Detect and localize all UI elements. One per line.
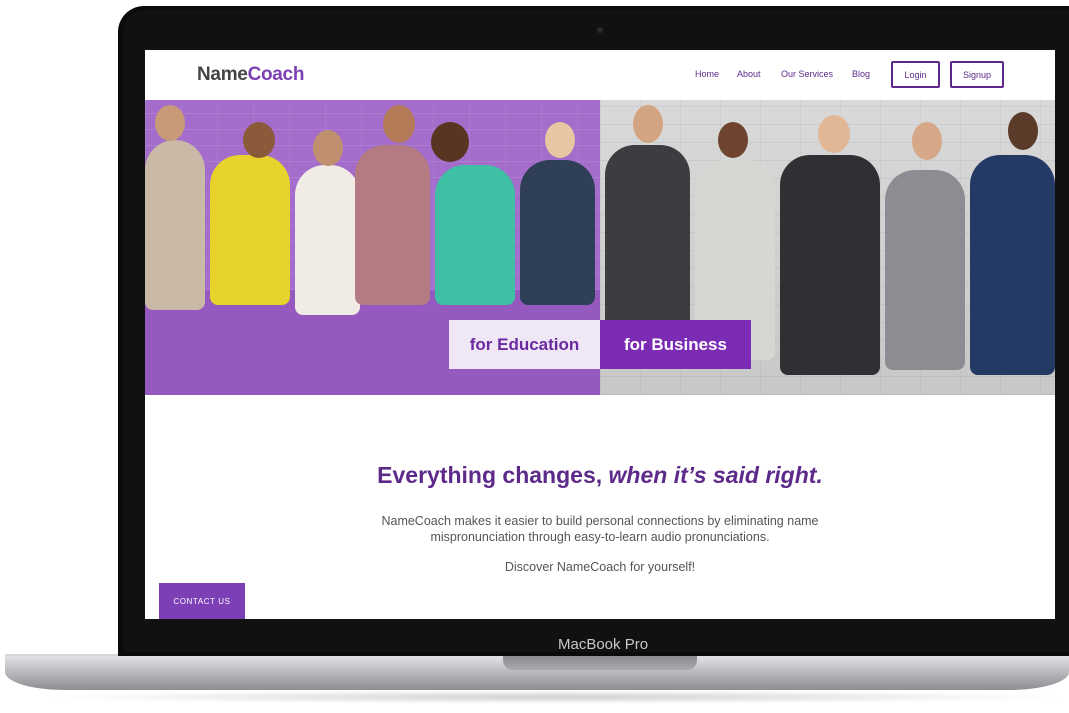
person-head [545, 122, 575, 158]
person-figure [145, 140, 205, 310]
laptop-notch [503, 656, 697, 670]
headline-plain: Everything changes, [377, 462, 603, 488]
nav-home-link[interactable]: Home [695, 69, 719, 79]
contact-us-button[interactable]: CONTACT US [159, 583, 245, 619]
headline-emphasis: when it’s said right. [608, 462, 823, 488]
person-head [313, 130, 343, 166]
logo-name: Name [197, 64, 248, 85]
intro-line-2: mispronunciation through easy-to-learn a… [430, 530, 770, 544]
intro-line-1: NameCoach makes it easier to build perso… [381, 514, 819, 528]
intro-paragraph: NameCoach makes it easier to build perso… [350, 513, 850, 545]
laptop-shadow [40, 690, 1069, 704]
top-nav: NameCoach Home About Our Services Blog L… [145, 50, 1055, 100]
person-head [718, 122, 748, 158]
person-figure [210, 155, 290, 305]
person-figure [780, 155, 880, 375]
person-figure [355, 145, 430, 305]
login-button[interactable]: Login [891, 61, 940, 88]
person-head [431, 122, 469, 162]
page-headline: Everything changes, when it’s said right… [145, 462, 1055, 489]
person-figure [885, 170, 965, 370]
logo-coach: Coach [247, 64, 305, 85]
person-head [633, 105, 663, 143]
camera-icon [597, 27, 603, 33]
person-figure [520, 160, 595, 305]
nav-services-link[interactable]: Our Services [781, 69, 833, 79]
person-head [155, 105, 185, 141]
discover-text: Discover NameCoach for yourself! [504, 560, 696, 574]
namecoach-logo[interactable]: NameCoach [197, 64, 304, 86]
for-business-button[interactable]: for Business [600, 320, 751, 369]
person-head [1008, 112, 1038, 150]
nav-blog-link[interactable]: Blog [852, 69, 870, 79]
person-head [818, 115, 850, 153]
person-head [912, 122, 942, 160]
person-head [383, 105, 415, 143]
person-head [243, 122, 275, 158]
hero-banner: for Education for Business [145, 100, 1055, 395]
browser-viewport: NameCoach Home About Our Services Blog L… [145, 50, 1055, 619]
person-figure [970, 155, 1055, 375]
nav-about-link[interactable]: About [737, 69, 761, 79]
person-figure [435, 165, 515, 305]
for-education-button[interactable]: for Education [449, 320, 600, 369]
person-figure [295, 165, 360, 315]
signup-button[interactable]: Signup [950, 61, 1004, 88]
